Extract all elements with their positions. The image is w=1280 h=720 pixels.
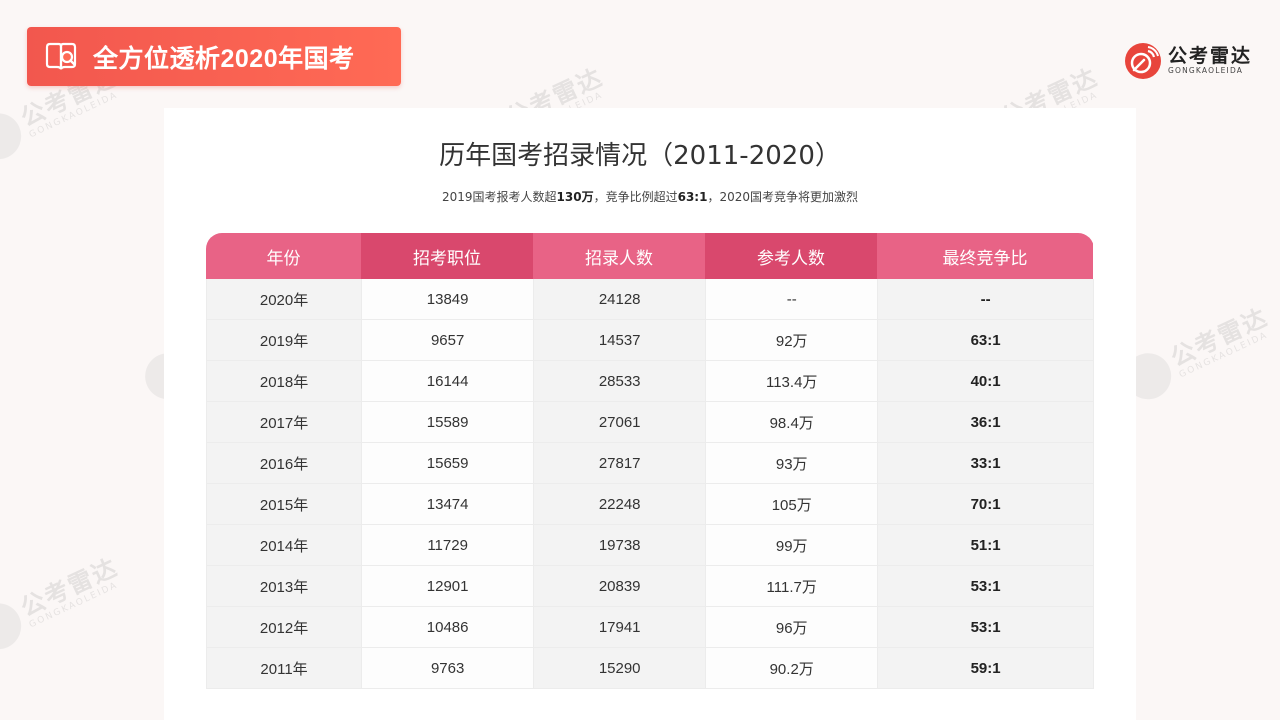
logo-subtitle: GONGKAOLEIDA — [1168, 66, 1244, 75]
header-year: 年份 — [206, 233, 361, 279]
watermark: 公考雷达GONGKAOLEIDA — [0, 552, 126, 657]
cell-applicants: 92万 — [706, 320, 879, 360]
table-row: 2011年 9763 15290 90.2万 59:1 — [206, 648, 1094, 689]
cell-applicants: -- — [706, 279, 879, 319]
cell-ratio: 63:1 — [878, 320, 1094, 360]
cell-applicants: 105万 — [706, 484, 879, 524]
table-row: 2019年 9657 14537 92万 63:1 — [206, 320, 1094, 361]
cell-year: 2020年 — [206, 279, 363, 319]
cell-ratio: 40:1 — [878, 361, 1094, 401]
cell-applicants: 113.4万 — [706, 361, 879, 401]
table-row: 2020年 13849 24128 -- -- — [206, 279, 1094, 320]
table-row: 2012年 10486 17941 96万 53:1 — [206, 607, 1094, 648]
cell-hires: 24128 — [534, 279, 707, 319]
brand-logo: 公考雷达 GONGKAOLEIDA — [1124, 42, 1252, 80]
cell-ratio: -- — [878, 279, 1094, 319]
table-header: 年份 招考职位 招录人数 参考人数 最终竞争比 — [206, 233, 1094, 279]
radar-logo-icon — [1125, 43, 1161, 79]
cell-ratio: 51:1 — [878, 525, 1094, 565]
header-positions: 招考职位 — [361, 233, 533, 279]
header-ratio: 最终竞争比 — [877, 233, 1093, 279]
cell-applicants: 90.2万 — [706, 648, 879, 688]
page-title: 历年国考招录情况（2011-2020） — [439, 141, 841, 171]
cell-positions: 15589 — [362, 402, 535, 442]
cell-ratio: 70:1 — [878, 484, 1094, 524]
banner-title: 全方位透析2020年国考 — [93, 44, 355, 73]
cell-year: 2018年 — [206, 361, 363, 401]
subtitle-highlight: 130万 — [556, 190, 594, 204]
watermark: 公考雷达GONGKAOLEIDA — [1117, 302, 1276, 407]
cell-positions: 9657 — [362, 320, 535, 360]
cell-ratio: 59:1 — [878, 648, 1094, 688]
cell-positions: 12901 — [362, 566, 535, 606]
cell-positions: 9763 — [362, 648, 535, 688]
watermark-logo-icon — [0, 595, 29, 657]
subtitle-text: ，2020国考竞争将更加激烈 — [707, 190, 859, 204]
recruitment-table: 年份 招考职位 招录人数 参考人数 最终竞争比 2020年 13849 24128-… — [206, 233, 1094, 689]
cell-applicants: 96万 — [706, 607, 879, 647]
cell-hires: 15290 — [534, 648, 707, 688]
page-subtitle: 2019国考报考人数超130万，竞争比例超过63:1，2020国考竞争将更加激烈 — [0, 188, 1280, 205]
book-search-icon — [45, 42, 77, 70]
cell-applicants: 99万 — [706, 525, 879, 565]
cell-positions: 13474 — [362, 484, 535, 524]
cell-year: 2015年 — [206, 484, 363, 524]
cell-ratio: 53:1 — [878, 566, 1094, 606]
table-body: 2020年 13849 24128 -- -- 2019年 9657 14537 92万 63:1… — [206, 279, 1094, 689]
cell-positions: 16144 — [362, 361, 535, 401]
cell-hires: 27817 — [534, 443, 707, 483]
watermark-sub: GONGKAOLEIDA — [27, 89, 120, 140]
cell-positions: 10486 — [362, 607, 535, 647]
header-hires: 招录人数 — [533, 233, 705, 279]
section-banner: 全方位透析2020年国考 — [27, 27, 401, 86]
cell-hires: 28533 — [534, 361, 707, 401]
subtitle-text: 2019国考报考人数超 — [441, 190, 557, 204]
cell-ratio: 33:1 — [878, 443, 1094, 483]
cell-hires: 17941 — [534, 607, 707, 647]
cell-hires: 20839 — [534, 566, 707, 606]
cell-hires: 22248 — [534, 484, 707, 524]
cell-applicants: 98.4万 — [706, 402, 879, 442]
header-applicants: 参考人数 — [705, 233, 877, 279]
cell-hires: 27061 — [534, 402, 707, 442]
cell-year: 2012年 — [206, 607, 363, 647]
cell-year: 2013年 — [206, 566, 363, 606]
cell-positions: 11729 — [362, 525, 535, 565]
table-row: 2015年 13474 22248 105万 70:1 — [206, 484, 1094, 525]
table-row: 2013年 12901 20839 111.7万 53:1 — [206, 566, 1094, 607]
cell-positions: 15659 — [362, 443, 535, 483]
watermark-name: 公考雷达 — [1166, 302, 1273, 372]
cell-applicants: 93万 — [706, 443, 879, 483]
cell-year: 2014年 — [206, 525, 363, 565]
cell-year: 2016年 — [206, 443, 363, 483]
cell-positions: 13849 — [362, 279, 535, 319]
cell-ratio: 53:1 — [878, 607, 1094, 647]
cell-year: 2011年 — [206, 648, 363, 688]
watermark-sub: GONGKAOLEIDA — [27, 579, 120, 630]
table-row: 2018年 16144 28533 113.4万 40:1 — [206, 361, 1094, 402]
cell-hires: 14537 — [534, 320, 707, 360]
watermark: 公考雷达GONGKAOLEIDA — [0, 62, 126, 167]
cell-applicants: 111.7万 — [706, 566, 879, 606]
watermark-name: 公考雷达 — [16, 552, 123, 622]
logo-name: 公考雷达 — [1168, 45, 1253, 67]
table-row: 2016年 15659 27817 93万 33:1 — [206, 443, 1094, 484]
table-row: 2014年 11729 19738 99万 51:1 — [206, 525, 1094, 566]
cell-ratio: 36:1 — [878, 402, 1094, 442]
subtitle-text: ，竞争比例超过 — [593, 190, 678, 204]
cell-year: 2017年 — [206, 402, 363, 442]
subtitle-highlight: 63:1 — [677, 190, 708, 204]
table-row: 2017年 15589 27061 98.4万 36:1 — [206, 402, 1094, 443]
cell-year: 2019年 — [206, 320, 363, 360]
cell-hires: 19738 — [534, 525, 707, 565]
watermark-sub: GONGKAOLEIDA — [1177, 329, 1270, 380]
